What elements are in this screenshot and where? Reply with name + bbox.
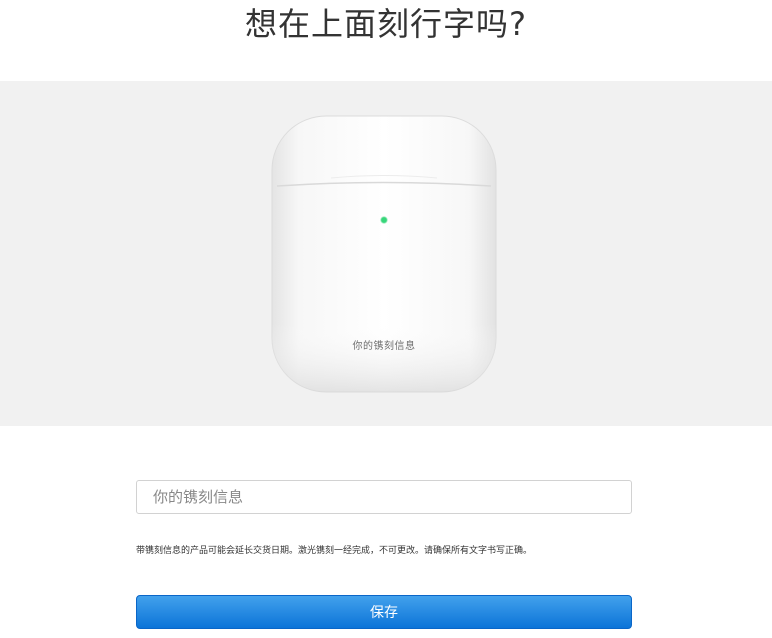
preview-panel: 你的镌刻信息 [0, 81, 772, 426]
case-engraving-text: 你的镌刻信息 [352, 341, 416, 352]
engraving-notice: 带镌刻信息的产品可能会延长交货日期。激光镌刻一经完成，不可更改。请确保所有文字书… [136, 546, 533, 556]
engraving-input[interactable] [136, 480, 632, 514]
save-button[interactable]: 保存 [136, 595, 632, 629]
page-title: 想在上面刻行字吗? [245, 5, 527, 43]
airpods-case-image: 你的镌刻信息 [271, 115, 497, 393]
engraving-page: 想在上面刻行字吗? 你的镌刻信息 你的镌刻信息 带镌刻信息的产品可能会延长交货日… [0, 0, 772, 638]
